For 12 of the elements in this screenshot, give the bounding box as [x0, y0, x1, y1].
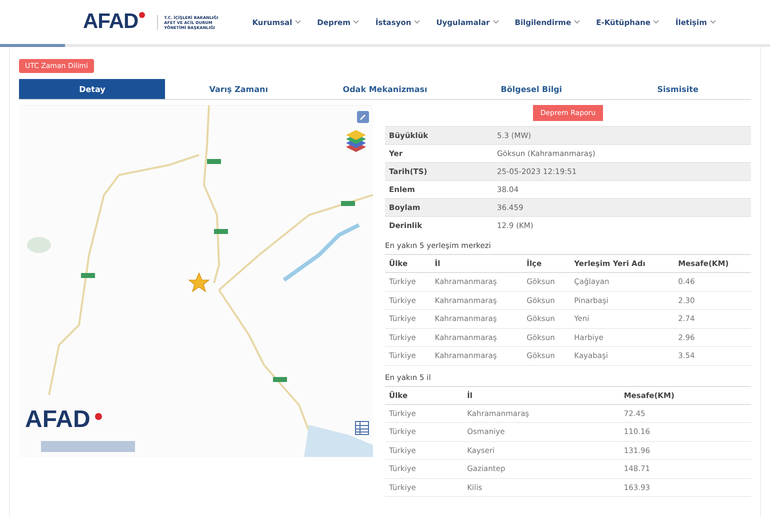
- pencil-icon[interactable]: [357, 111, 369, 123]
- chevron-down-icon: [414, 20, 420, 24]
- afad-logo[interactable]: AFAD: [83, 10, 146, 34]
- chevron-down-icon: [353, 20, 360, 24]
- chevron-down-icon: [574, 20, 580, 24]
- chevron-down-icon: [710, 20, 716, 24]
- tab[interactable]: Detay: [19, 79, 166, 99]
- afad-logo: AFAD: [25, 407, 90, 433]
- chevron-down-icon: [295, 20, 302, 24]
- table-icon[interactable]: [355, 421, 369, 435]
- chevron-down-icon: [653, 20, 660, 24]
- chevron-down-icon: [492, 20, 499, 24]
